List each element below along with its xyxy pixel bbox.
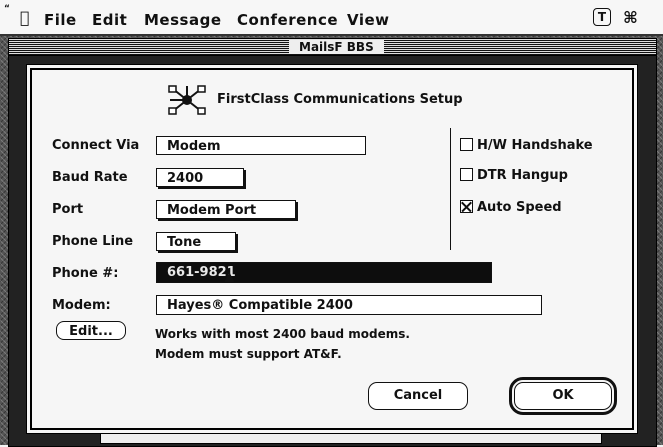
menu-bar: “  File Edit Message Conference View T … (0, 0, 663, 36)
phone-number-label: Phone #: (52, 266, 119, 281)
modem-note-line1: Works with most 2400 baud modems. (155, 327, 410, 341)
corner-mark: “ (4, 4, 10, 14)
dtr-hangup-checkbox[interactable]: DTR Hangup (460, 168, 568, 183)
menu-conference[interactable]: Conference (237, 11, 338, 29)
baud-rate-popup[interactable]: 2400 (156, 168, 244, 187)
vertical-divider (450, 128, 451, 250)
connect-via-popup[interactable]: Modem (156, 136, 366, 155)
checkbox-box[interactable] (460, 138, 473, 151)
modem-note-line2: Modem must support AT&F. (155, 347, 342, 361)
dtr-hangup-label: DTR Hangup (477, 168, 568, 183)
cancel-button[interactable]: Cancel (368, 382, 468, 410)
checkbox-box[interactable] (460, 168, 473, 181)
mouse-pointer-icon: ▲ (224, 269, 235, 285)
port-popup[interactable]: Modem Port (156, 200, 296, 219)
checkbox-checked-icon[interactable] (460, 200, 473, 213)
menu-edit[interactable]: Edit (92, 11, 127, 29)
ok-button[interactable]: OK (509, 377, 617, 415)
baud-rate-label: Baud Rate (52, 170, 128, 185)
dialog-title: FirstClass Communications Setup (217, 92, 463, 107)
hw-handshake-checkbox[interactable]: H/W Handshake (460, 138, 593, 153)
modem-label: Modem: (52, 298, 111, 313)
phone-line-label: Phone Line (52, 234, 134, 249)
apple-icon[interactable]:  (20, 8, 30, 27)
background-window-titlebar[interactable]: MailsF BBS (9, 39, 656, 56)
network-icon (168, 85, 206, 115)
background-window-title: MailsF BBS (289, 40, 384, 54)
auto-speed-checkbox[interactable]: Auto Speed (460, 200, 562, 215)
hw-handshake-label: H/W Handshake (477, 138, 593, 153)
edit-button[interactable]: Edit... (56, 321, 126, 340)
auto-speed-label: Auto Speed (477, 200, 562, 215)
setup-dialog: FirstClass Communications Setup Connect … (30, 68, 634, 430)
menu-view[interactable]: View (347, 11, 390, 29)
phone-number-field[interactable]: 661-9821 (156, 262, 492, 283)
port-label: Port (52, 202, 84, 217)
modem-field[interactable]: Hayes® Compatible 2400 (156, 295, 542, 315)
menu-message[interactable]: Message (144, 11, 222, 29)
phone-line-popup[interactable]: Tone (156, 232, 236, 251)
application-icon[interactable]: ⌘ (623, 8, 638, 27)
status-strip (100, 432, 602, 444)
connect-via-label: Connect Via (52, 138, 140, 153)
help-icon[interactable]: T (593, 8, 611, 26)
menu-file[interactable]: File (44, 11, 77, 29)
